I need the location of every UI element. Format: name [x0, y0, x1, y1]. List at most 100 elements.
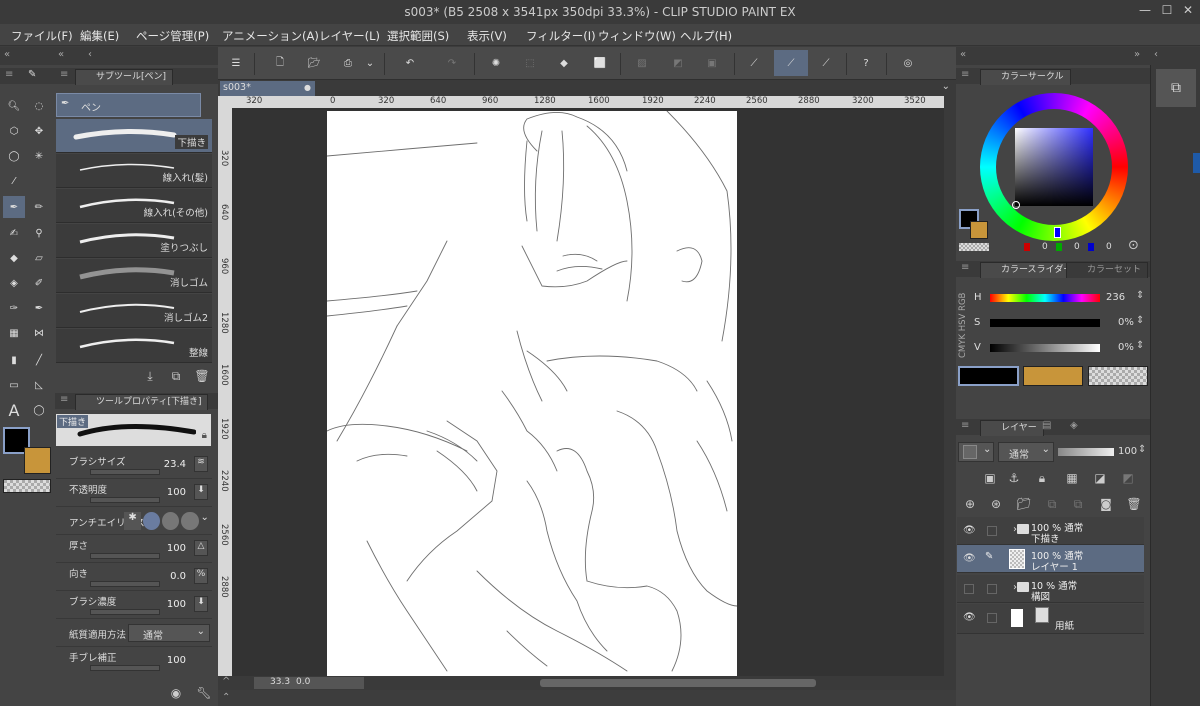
hue-stepper-icon[interactable]: ⇕	[1136, 290, 1144, 301]
brush-tool-icon[interactable]: ✍	[3, 222, 25, 244]
chevron-left-icon[interactable]: ‹	[88, 49, 92, 60]
transparent-color-swatch[interactable]	[959, 243, 989, 251]
fill-tool-icon[interactable]: ◆	[3, 247, 25, 269]
lock-icon[interactable]: 🔒︎	[202, 430, 207, 441]
menu-filter[interactable]: フィルター(I)	[526, 28, 596, 44]
help-icon[interactable]: ?	[852, 50, 880, 76]
line-tool-icon[interactable]: ╱	[28, 349, 50, 371]
tab-color-circle[interactable]: カラーサークル	[980, 69, 1071, 85]
chevron-up-icon[interactable]: ^	[222, 676, 230, 687]
navigator-icon[interactable]: ⧉	[1156, 69, 1196, 107]
canvas-viewport[interactable]	[232, 108, 944, 678]
prop-opacity[interactable]: 不透明度 100 ⬇	[56, 479, 212, 507]
move-tool-icon[interactable]: ✥	[28, 120, 50, 142]
layer-row-folder-composition[interactable]: › 10 % 通常 構図	[957, 575, 1144, 603]
direction-percent-icon[interactable]: %	[194, 568, 208, 584]
invert-selection-icon[interactable]: ◩	[664, 50, 692, 76]
visibility-eye-icon[interactable]: 👁︎	[963, 612, 976, 623]
border-tool-icon[interactable]: ▦	[3, 322, 25, 344]
sub-color-swatch[interactable]	[24, 447, 51, 474]
menu-edit[interactable]: 編集(E)	[80, 28, 119, 44]
switch-mode-icon[interactable]: ⊙	[1128, 238, 1139, 253]
antialias-strong-icon[interactable]	[181, 512, 199, 530]
eraser-tool-icon[interactable]: ▱	[28, 247, 50, 269]
horizontal-scrollbar[interactable]	[540, 679, 816, 687]
reference-layer-icon[interactable]: ⚓	[1004, 468, 1024, 488]
menu-selection[interactable]: 選択範囲(S)	[387, 28, 449, 44]
menu-icon[interactable]: ≡	[5, 69, 13, 80]
expand-icon[interactable]: ⌃	[222, 692, 230, 703]
layer-property-tab-icon[interactable]: ▤	[1042, 420, 1051, 431]
prop-slider[interactable]	[90, 497, 160, 503]
close-tab-icon[interactable]: ●	[304, 81, 311, 95]
fill-bucket-icon[interactable]: ◆	[550, 50, 578, 76]
brush-item-seisen[interactable]: 整線	[56, 329, 212, 363]
hue-ring[interactable]	[980, 93, 1128, 241]
menu-help[interactable]: ヘルプ(H)	[680, 28, 732, 44]
menu-animation[interactable]: アニメーション(A)	[222, 28, 319, 44]
merge-down-icon[interactable]: ⧉	[1068, 494, 1088, 514]
wrench-icon[interactable]: 🔧︎	[194, 683, 214, 703]
menu-file[interactable]: ファイル(F)	[11, 28, 73, 44]
layer-edit-checkbox[interactable]	[987, 613, 997, 623]
main-color-swatch[interactable]	[958, 366, 1019, 386]
undo-icon[interactable]: ↶	[396, 50, 424, 76]
color-mode-tabs[interactable]: CMYK HSV RGB	[958, 282, 968, 358]
new-folder-icon[interactable]: 📁︎	[1014, 494, 1034, 514]
airbrush-tool-icon[interactable]: ✐	[28, 272, 50, 294]
zoom-tool-icon[interactable]: 🔍︎	[3, 95, 25, 117]
antialias-none-icon[interactable]: ✱	[124, 512, 142, 530]
vertical-scrollbar[interactable]	[944, 96, 956, 676]
prop-direction[interactable]: 向き 0.0 %	[56, 563, 212, 591]
sv-cursor[interactable]	[1012, 201, 1020, 209]
collapse-right-icon[interactable]: «	[960, 49, 966, 60]
blend-tool-icon[interactable]: ◈	[3, 272, 25, 294]
prop-slider[interactable]	[90, 665, 160, 671]
texture-mode-select[interactable]: 通常 ⌄	[128, 624, 210, 642]
snap-grid-icon[interactable]: ⟋	[812, 50, 840, 76]
frame-tool-icon[interactable]: ▭	[3, 374, 25, 396]
save-icon[interactable]: ⎙	[334, 50, 362, 76]
brush-item-eraser2[interactable]: 消しゴム2	[56, 294, 212, 328]
prop-brush-density[interactable]: ブラシ濃度 100 ⬇	[56, 591, 212, 619]
redo-icon[interactable]: ↷	[438, 50, 466, 76]
layer-search-tab-icon[interactable]: ◈	[1070, 420, 1078, 431]
balloon-tool-icon[interactable]: ◯	[28, 399, 50, 421]
transform-icon[interactable]: ⬜	[586, 50, 614, 76]
mask-enable-icon[interactable]: ◪	[1090, 468, 1110, 488]
lock-transparent-icon[interactable]: ▦	[1062, 468, 1082, 488]
magic-wand-icon[interactable]: ✳	[28, 145, 50, 167]
settings-dial-icon[interactable]: ◉	[166, 683, 186, 703]
menu-icon[interactable]: ≡	[961, 69, 969, 80]
operation-tool-icon[interactable]: ◌	[28, 95, 50, 117]
clip-studio-icon[interactable]: ◎	[894, 50, 922, 76]
new-file-icon[interactable]: 🗋︎	[266, 50, 294, 76]
create-mask-icon[interactable]: ◙	[1096, 494, 1116, 514]
layer-color-select[interactable]: ⌄	[958, 442, 994, 462]
tab-subtool[interactable]: サブツール[ペン]	[75, 69, 174, 85]
tab-color-set[interactable]: カラーセット	[1066, 262, 1149, 278]
trash-icon[interactable]: 🗑︎	[192, 366, 212, 386]
brush-item-eraser[interactable]: 消しゴム	[56, 259, 212, 293]
sub-color-swatch[interactable]	[970, 221, 988, 239]
clear-selection-icon[interactable]: ⬚	[516, 50, 544, 76]
tab-document[interactable]: s003* ●	[220, 81, 315, 96]
gradient-tool-icon[interactable]: ▮	[3, 349, 25, 371]
decoration-tool-icon[interactable]: ⚲	[28, 222, 50, 244]
layer-edit-checkbox[interactable]	[987, 526, 997, 536]
menu-icon[interactable]: ≡	[961, 262, 969, 273]
density-toggle-button[interactable]: ⬇	[194, 596, 208, 612]
visibility-checkbox[interactable]	[964, 584, 974, 594]
eyedropper-icon[interactable]: ⁄	[3, 170, 25, 192]
layer-opacity-slider[interactable]	[1058, 448, 1114, 456]
prop-brush-size[interactable]: ブラシサイズ 23.4 ≋	[56, 451, 212, 479]
thickness-triangle-icon[interactable]: △	[194, 540, 208, 556]
layer-edit-checkbox[interactable]	[987, 584, 997, 594]
saturation-slider[interactable]	[990, 319, 1100, 327]
brush-item-fill[interactable]: 塗りつぶし	[56, 224, 212, 258]
opacity-toggle-button[interactable]: ⬇	[194, 484, 208, 500]
pen-tool-icon[interactable]: ✒	[3, 196, 25, 218]
prop-antialias[interactable]: アンチエイリアス ✱ ⌄	[56, 507, 212, 535]
snap-special-ruler-icon[interactable]: ⟋	[774, 50, 808, 76]
brush-item-shitagaki[interactable]: 下描き	[56, 119, 212, 153]
